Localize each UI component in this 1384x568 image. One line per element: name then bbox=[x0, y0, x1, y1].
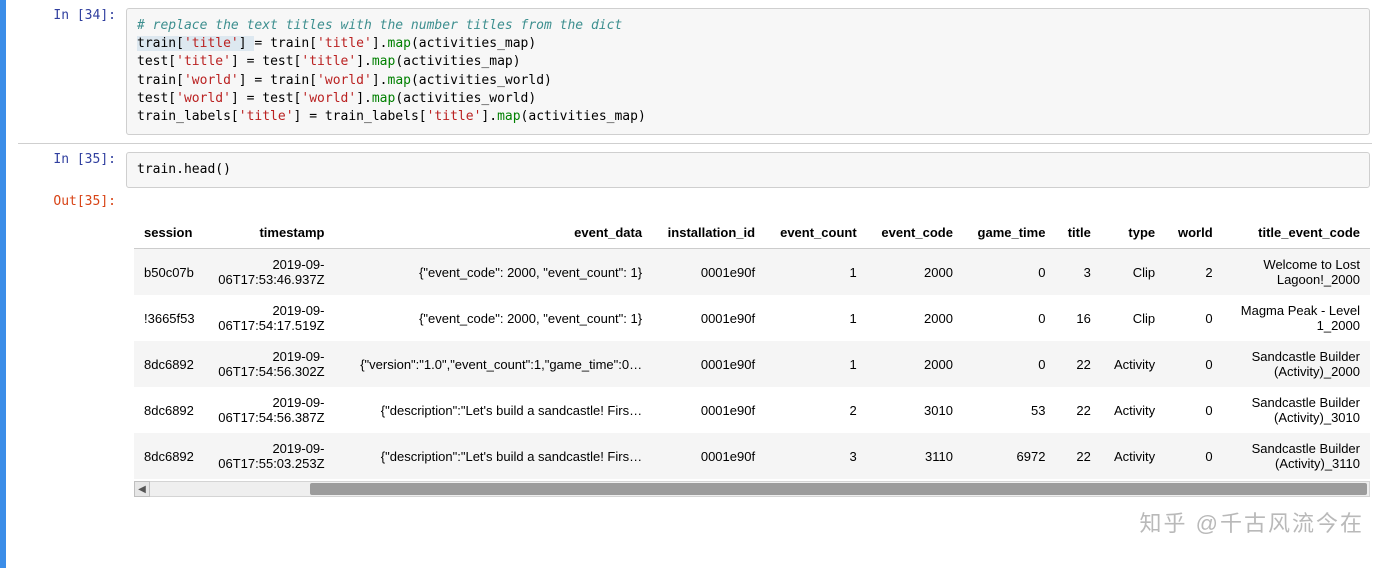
output-cell-35: Out[35]: bbox=[6, 192, 1384, 213]
cell-game_time: 53 bbox=[963, 387, 1055, 433]
table-header-row: session timestamp event_data installatio… bbox=[134, 217, 1370, 249]
cell-game_time: 0 bbox=[963, 249, 1055, 296]
col-session: session bbox=[134, 217, 208, 249]
cell-event_data: {"event_code": 2000, "event_count": 1} bbox=[335, 249, 653, 296]
table-row: 8dc68922019-09-06T17:54:56.387Z{"descrip… bbox=[134, 387, 1370, 433]
col-world: world bbox=[1165, 217, 1223, 249]
cell-event_count: 2 bbox=[765, 387, 867, 433]
cell-session: !3665f53 bbox=[134, 295, 208, 341]
col-event-data: event_data bbox=[335, 217, 653, 249]
cell-type: Activity bbox=[1101, 341, 1165, 387]
cell-type: Activity bbox=[1101, 387, 1165, 433]
cell-title_event_code: Sandcastle Builder (Activity)_2000 bbox=[1223, 341, 1370, 387]
cell-world: 0 bbox=[1165, 295, 1223, 341]
cell-event_data: {"event_code": 2000, "event_count": 1} bbox=[335, 295, 653, 341]
cell-title: 3 bbox=[1055, 249, 1100, 296]
cell-event_code: 2000 bbox=[867, 249, 963, 296]
dataframe-table: session timestamp event_data installatio… bbox=[134, 217, 1370, 479]
dataframe-scroll-wrap[interactable]: session timestamp event_data installatio… bbox=[134, 217, 1370, 479]
cell-installation_id: 0001e90f bbox=[652, 433, 765, 479]
cell-event_code: 2000 bbox=[867, 295, 963, 341]
cell-game_time: 6972 bbox=[963, 433, 1055, 479]
cell-event_data: {"description":"Let's build a sandcastle… bbox=[335, 433, 653, 479]
cell-event_data: {"description":"Let's build a sandcastle… bbox=[335, 387, 653, 433]
cell-game_time: 0 bbox=[963, 341, 1055, 387]
cell-session: 8dc6892 bbox=[134, 387, 208, 433]
cell-world: 0 bbox=[1165, 433, 1223, 479]
cell-timestamp: 2019-09-06T17:54:17.519Z bbox=[208, 295, 334, 341]
code-input-35[interactable]: train.head() bbox=[126, 152, 1370, 188]
cell-type: Clip bbox=[1101, 249, 1165, 296]
prompt-in-35: In [35]: bbox=[6, 152, 126, 167]
cell-installation_id: 0001e90f bbox=[652, 295, 765, 341]
table-row: !3665f532019-09-06T17:54:17.519Z{"event_… bbox=[134, 295, 1370, 341]
code-comment: # replace the text titles with the numbe… bbox=[137, 18, 622, 33]
cell-title: 22 bbox=[1055, 387, 1100, 433]
cell-event_count: 1 bbox=[765, 295, 867, 341]
prompt-out-35: Out[35]: bbox=[6, 194, 126, 209]
cell-event_count: 3 bbox=[765, 433, 867, 479]
cell-installation_id: 0001e90f bbox=[652, 341, 765, 387]
cell-type: Clip bbox=[1101, 295, 1165, 341]
col-event-code: event_code bbox=[867, 217, 963, 249]
col-title: title bbox=[1055, 217, 1100, 249]
cell-installation_id: 0001e90f bbox=[652, 249, 765, 296]
col-game-time: game_time bbox=[963, 217, 1055, 249]
col-event-count: event_count bbox=[765, 217, 867, 249]
code-input-34[interactable]: # replace the text titles with the numbe… bbox=[126, 8, 1370, 135]
cell-type: Activity bbox=[1101, 433, 1165, 479]
cell-event_code: 3010 bbox=[867, 387, 963, 433]
scroll-thumb[interactable] bbox=[310, 483, 1367, 495]
cell-world: 2 bbox=[1165, 249, 1223, 296]
cell-event_code: 2000 bbox=[867, 341, 963, 387]
cell-event_count: 1 bbox=[765, 249, 867, 296]
code-cell-35: In [35]: train.head() bbox=[6, 144, 1384, 192]
cell-timestamp: 2019-09-06T17:53:46.937Z bbox=[208, 249, 334, 296]
scroll-left-arrow-icon[interactable]: ◀ bbox=[134, 481, 150, 497]
output-area: session timestamp event_data installatio… bbox=[126, 213, 1384, 479]
cell-installation_id: 0001e90f bbox=[652, 387, 765, 433]
cell-game_time: 0 bbox=[963, 295, 1055, 341]
table-row: 8dc68922019-09-06T17:55:03.253Z{"descrip… bbox=[134, 433, 1370, 479]
cell-world: 0 bbox=[1165, 341, 1223, 387]
col-installation-id: installation_id bbox=[652, 217, 765, 249]
cell-timestamp: 2019-09-06T17:54:56.387Z bbox=[208, 387, 334, 433]
col-type: type bbox=[1101, 217, 1165, 249]
cell-event_count: 1 bbox=[765, 341, 867, 387]
table-row: 8dc68922019-09-06T17:54:56.302Z{"version… bbox=[134, 341, 1370, 387]
cell-timestamp: 2019-09-06T17:55:03.253Z bbox=[208, 433, 334, 479]
cell-event_code: 3110 bbox=[867, 433, 963, 479]
table-row: b50c07b2019-09-06T17:53:46.937Z{"event_c… bbox=[134, 249, 1370, 296]
cell-title_event_code: Sandcastle Builder (Activity)_3110 bbox=[1223, 433, 1370, 479]
cell-title: 22 bbox=[1055, 433, 1100, 479]
cell-world: 0 bbox=[1165, 387, 1223, 433]
scroll-track[interactable] bbox=[150, 481, 1370, 497]
cell-session: b50c07b bbox=[134, 249, 208, 296]
cell-timestamp: 2019-09-06T17:54:56.302Z bbox=[208, 341, 334, 387]
horizontal-scrollbar[interactable]: ◀ bbox=[134, 481, 1370, 497]
cell-event_data: {"version":"1.0","event_count":1,"game_t… bbox=[335, 341, 653, 387]
prompt-in-34: In [34]: bbox=[6, 8, 126, 23]
col-title-event-code: title_event_code bbox=[1223, 217, 1370, 249]
cell-title_event_code: Magma Peak - Level 1_2000 bbox=[1223, 295, 1370, 341]
cell-title_event_code: Welcome to Lost Lagoon!_2000 bbox=[1223, 249, 1370, 296]
cell-session: 8dc6892 bbox=[134, 341, 208, 387]
cell-title_event_code: Sandcastle Builder (Activity)_3010 bbox=[1223, 387, 1370, 433]
cell-session: 8dc6892 bbox=[134, 433, 208, 479]
cell-title: 16 bbox=[1055, 295, 1100, 341]
cell-title: 22 bbox=[1055, 341, 1100, 387]
code-cell-34: In [34]: # replace the text titles with … bbox=[6, 0, 1384, 139]
col-timestamp: timestamp bbox=[208, 217, 334, 249]
